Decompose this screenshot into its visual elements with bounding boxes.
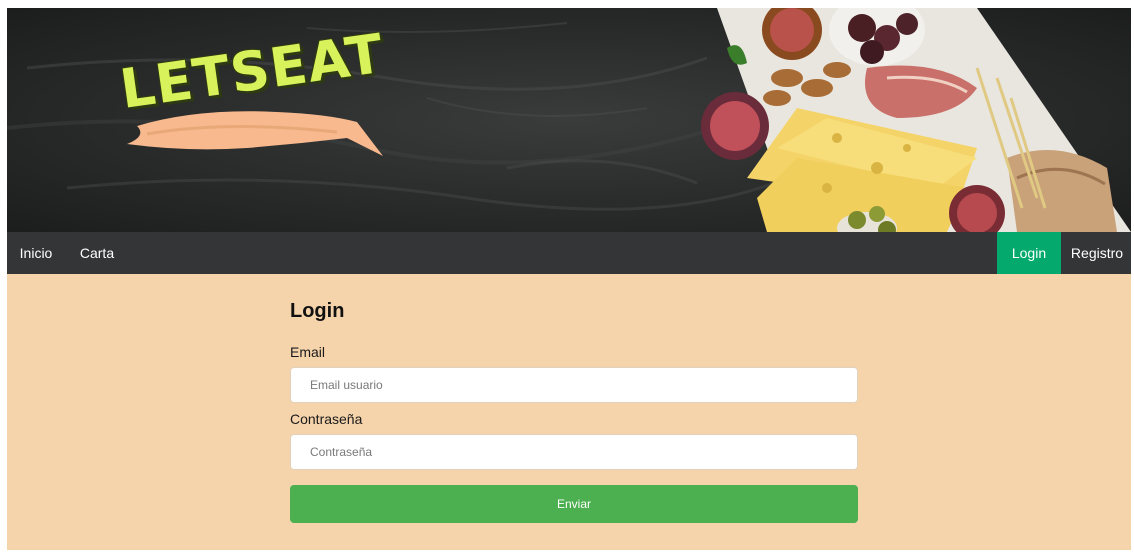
password-label: Contraseña [290, 411, 363, 427]
email-label: Email [290, 344, 326, 360]
login-section: Login Email Contraseña Enviar [7, 274, 1131, 550]
password-input[interactable] [290, 434, 858, 470]
food-board-image [701, 8, 1131, 232]
email-input[interactable] [290, 367, 858, 403]
nav-carta-link[interactable]: Carta [67, 232, 127, 274]
header-banner: LETSEAT [7, 8, 1131, 232]
login-title: Login [290, 300, 345, 322]
letseat-logo[interactable]: LETSEAT [107, 22, 397, 168]
nav-inicio-link[interactable]: Inicio [7, 232, 65, 274]
nav-registro-link[interactable]: Registro [1063, 232, 1131, 274]
page-frame: LETSEAT Inicio Carta Login Registro Logi… [7, 8, 1131, 550]
top-navbar: Inicio Carta Login Registro [7, 232, 1131, 274]
nav-login-link[interactable]: Login [997, 232, 1061, 274]
submit-button[interactable]: Enviar [290, 485, 858, 523]
